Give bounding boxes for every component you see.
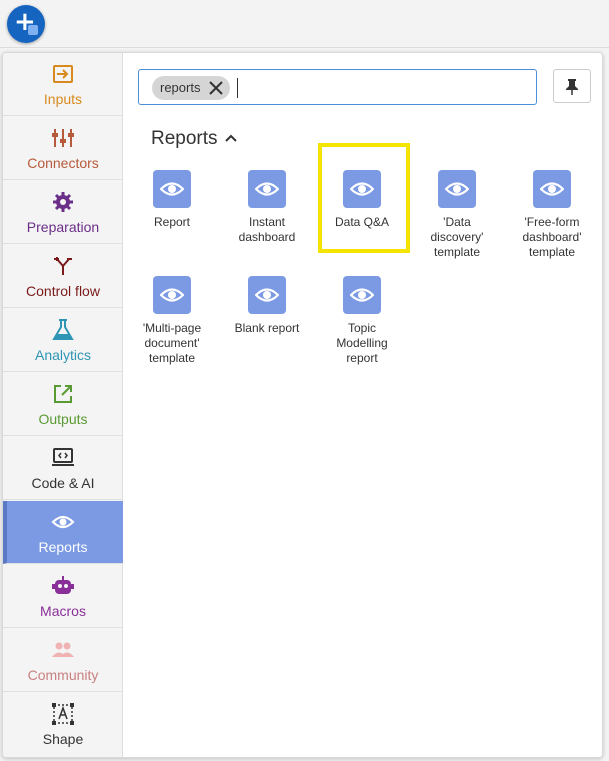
tile-label: Report — [153, 215, 191, 229]
sidebar-item-label: Community — [27, 667, 99, 683]
tile-label: 'Free-form dashboard' template — [522, 215, 582, 259]
search-filter-chip: reports — [152, 76, 231, 100]
sidebar-item-label: Control flow — [26, 283, 100, 299]
step-tile-instant-dashboard[interactable]: Instant dashboard — [223, 170, 311, 245]
category-sidebar: Inputs Connectors Preparation Control fl… — [3, 53, 123, 757]
eye-icon — [153, 276, 191, 314]
eye-icon — [51, 515, 75, 529]
step-tile-report[interactable]: Report — [128, 170, 216, 230]
step-tile-data-discovery-template[interactable]: 'Data discovery' template — [413, 170, 501, 260]
sidebar-item-code-ai[interactable]: Code & AI — [3, 437, 123, 500]
text-cursor — [237, 78, 238, 98]
sidebar-item-label: Analytics — [34, 347, 92, 363]
sidebar-item-label: Connectors — [27, 155, 99, 171]
add-step-button[interactable]: + — [7, 5, 45, 43]
robot-icon — [52, 576, 74, 594]
sidebar-item-label: Shape — [42, 731, 84, 747]
eye-icon — [343, 170, 381, 208]
chip-label: reports — [160, 80, 201, 95]
people-icon — [52, 642, 74, 657]
input-arrow-icon — [53, 65, 73, 83]
plus-badge-icon — [28, 25, 38, 35]
eye-icon — [248, 170, 286, 208]
sidebar-item-analytics[interactable]: Analytics — [3, 309, 123, 372]
step-tile-topic-modelling-report[interactable]: Topic Modelling report — [318, 276, 406, 366]
section-title[interactable]: Reports — [151, 128, 218, 150]
pin-panel-button[interactable] — [553, 69, 591, 103]
step-picker-panel: Inputs Connectors Preparation Control fl… — [2, 52, 603, 758]
step-tile-data-qa[interactable]: Data Q&A — [318, 170, 406, 230]
pin-icon — [566, 79, 578, 95]
laptop-code-icon — [52, 448, 74, 466]
export-icon — [54, 385, 72, 403]
sidebar-item-control-flow[interactable]: Control flow — [3, 245, 123, 308]
tile-label: 'Multi-page document' template — [142, 321, 202, 365]
top-toolbar: + — [0, 0, 609, 48]
eye-icon — [438, 170, 476, 208]
shape-text-icon — [52, 703, 74, 725]
eye-icon — [153, 170, 191, 208]
branch-icon — [54, 257, 72, 275]
sidebar-item-label: Preparation — [26, 219, 100, 235]
step-tile-blank-report[interactable]: Blank report — [223, 276, 311, 336]
tile-label: 'Data discovery' template — [430, 215, 484, 259]
sidebar-item-label: Macros — [40, 603, 86, 619]
sidebar-item-outputs[interactable]: Outputs — [3, 373, 123, 436]
step-list-area: reports Reports Report Instant dashboard… — [124, 53, 602, 757]
connectors-icon — [52, 129, 74, 147]
eye-icon — [533, 170, 571, 208]
tile-label: Data Q&A — [334, 215, 390, 229]
sidebar-item-macros[interactable]: Macros — [3, 565, 123, 628]
sidebar-item-label: Code & AI — [31, 475, 95, 491]
step-tile-free-form-dashboard-template[interactable]: 'Free-form dashboard' template — [508, 170, 596, 260]
sidebar-item-reports[interactable]: Reports — [3, 501, 123, 564]
sidebar-item-label: Inputs — [43, 91, 83, 107]
eye-icon — [248, 276, 286, 314]
eye-icon — [343, 276, 381, 314]
sidebar-item-inputs[interactable]: Inputs — [3, 53, 123, 116]
tile-label: Topic Modelling report — [336, 321, 388, 365]
step-tile-multi-page-document-template[interactable]: 'Multi-page document' template — [128, 276, 216, 366]
sidebar-item-preparation[interactable]: Preparation — [3, 181, 123, 244]
sidebar-item-connectors[interactable]: Connectors — [3, 117, 123, 180]
sidebar-item-shape[interactable]: Shape — [3, 693, 123, 756]
gear-icon — [53, 192, 73, 212]
tile-label: Blank report — [234, 321, 300, 335]
sidebar-item-label: Reports — [38, 539, 88, 555]
search-input[interactable]: reports — [138, 69, 537, 105]
close-icon[interactable] — [208, 80, 224, 96]
flask-icon — [52, 319, 74, 340]
sidebar-item-label: Outputs — [38, 411, 88, 427]
sidebar-item-community[interactable]: Community — [3, 629, 123, 692]
chevron-up-icon[interactable] — [225, 133, 237, 143]
tile-label: Instant dashboard — [238, 215, 296, 244]
